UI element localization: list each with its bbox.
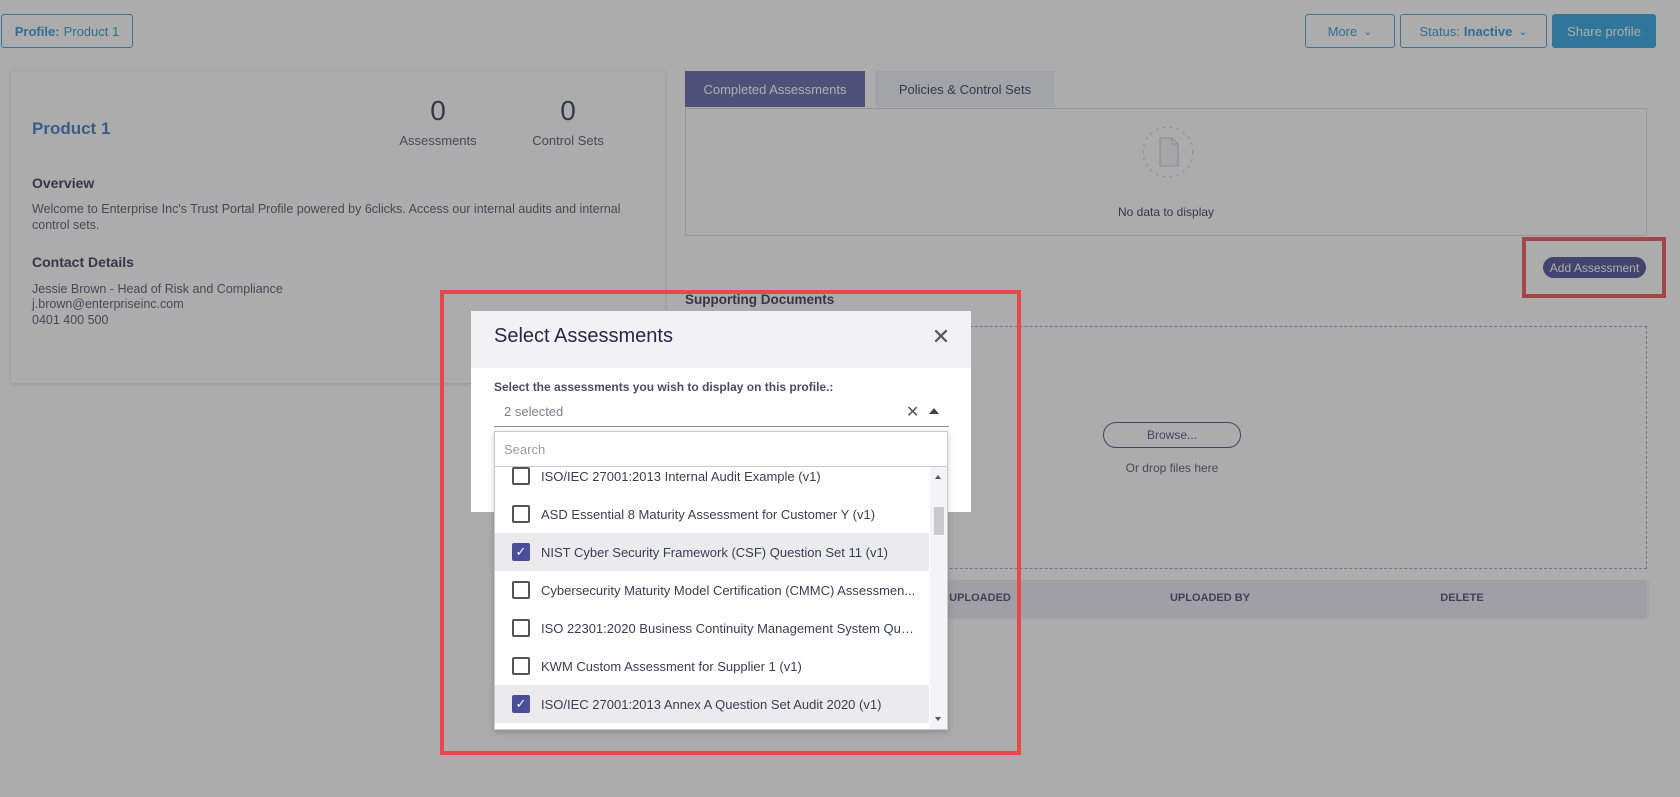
modal-highlight (440, 290, 1021, 755)
